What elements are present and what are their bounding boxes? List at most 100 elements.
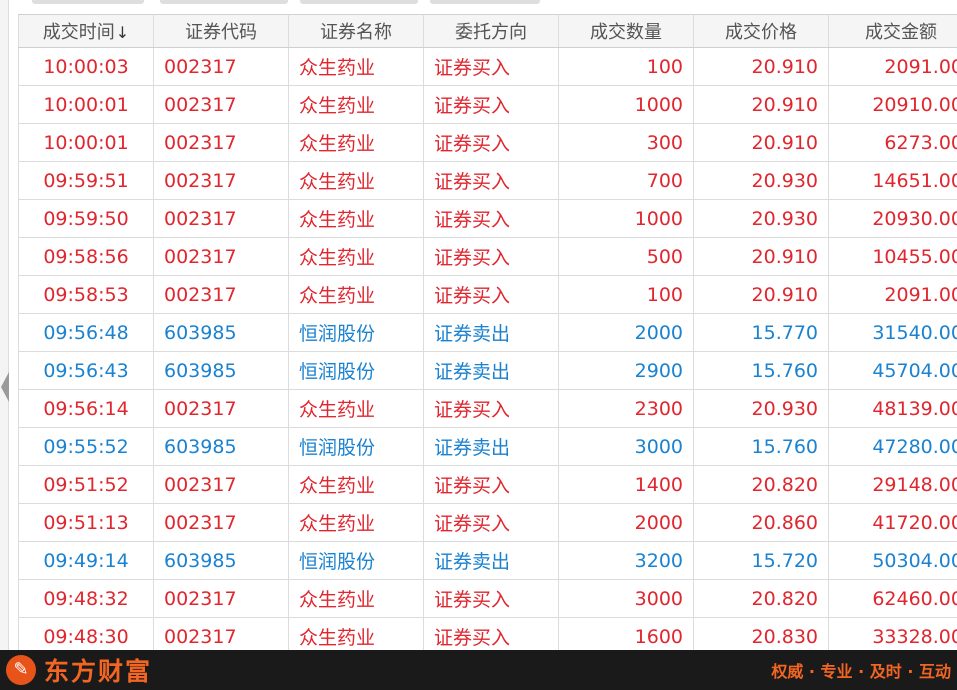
table-row[interactable]: 09:58:56 002317 众生药业 证券买入 500 20.910 10455.00 (18, 237, 957, 276)
table-row[interactable]: 09:49:14 603985 恒润股份 证券卖出 3200 15.720 50304.00 (18, 541, 957, 580)
cell-name: 众生药业 (288, 123, 424, 162)
cell-amount: 31540.00 (828, 313, 957, 352)
cell-quantity: 3000 (558, 427, 694, 466)
column-header-quantity[interactable]: 成交数量 (558, 14, 694, 48)
brand-logo-icon: ✎ (6, 655, 36, 685)
table-row[interactable]: 09:55:52 603985 恒润股份 证券卖出 3000 15.760 47280.00 (18, 427, 957, 466)
cell-direction: 证券买入 (423, 85, 559, 124)
cell-quantity: 2900 (558, 351, 694, 390)
cell-code: 002317 (153, 123, 289, 162)
cell-price: 20.910 (693, 237, 829, 276)
cell-time: 09:56:43 (18, 351, 154, 390)
table-row[interactable]: 10:00:01 002317 众生药业 证券买入 300 20.910 6273.00 (18, 123, 957, 162)
table-row[interactable]: 09:51:13 002317 众生药业 证券买入 2000 20.860 41720.00 (18, 503, 957, 542)
table-row[interactable]: 09:56:48 603985 恒润股份 证券卖出 2000 15.770 31540.00 (18, 313, 957, 352)
cell-name: 恒润股份 (288, 313, 424, 352)
cell-direction: 证券卖出 (423, 313, 559, 352)
cell-price: 20.930 (693, 199, 829, 238)
cell-amount: 14651.00 (828, 161, 957, 200)
cell-price: 20.930 (693, 161, 829, 200)
table-row[interactable]: 09:58:53 002317 众生药业 证券买入 100 20.910 2091.00 (18, 275, 957, 314)
column-header-name[interactable]: 证券名称 (288, 14, 424, 48)
cell-time: 10:00:03 (18, 47, 154, 86)
column-header-price[interactable]: 成交价格 (693, 14, 829, 48)
column-header-code[interactable]: 证券代码 (153, 14, 289, 48)
cell-code: 603985 (153, 427, 289, 466)
table-row[interactable]: 09:51:52 002317 众生药业 证券买入 1400 20.820 29148.00 (18, 465, 957, 504)
cell-amount: 62460.00 (828, 579, 957, 618)
trade-table: 成交时间↓ 证券代码 证券名称 委托方向 成交数量 成交价格 成交金额 10:0… (18, 14, 957, 650)
cell-time: 09:56:14 (18, 389, 154, 428)
cell-time: 09:56:48 (18, 313, 154, 352)
collapse-panel-arrow-icon[interactable] (1, 372, 9, 402)
cell-code: 002317 (153, 579, 289, 618)
cell-price: 20.910 (693, 275, 829, 314)
cell-direction: 证券买入 (423, 617, 559, 650)
cell-time: 09:59:50 (18, 199, 154, 238)
cell-name: 恒润股份 (288, 351, 424, 390)
table-row[interactable]: 09:59:50 002317 众生药业 证券买入 1000 20.930 20930.00 (18, 199, 957, 238)
cell-code: 002317 (153, 199, 289, 238)
cell-name: 众生药业 (288, 465, 424, 504)
cell-time: 10:00:01 (18, 123, 154, 162)
cell-name: 众生药业 (288, 47, 424, 86)
cell-quantity: 3000 (558, 579, 694, 618)
cell-code: 002317 (153, 503, 289, 542)
cell-direction: 证券买入 (423, 275, 559, 314)
cell-price: 15.760 (693, 351, 829, 390)
cell-quantity: 500 (558, 237, 694, 276)
cell-time: 09:48:32 (18, 579, 154, 618)
cell-price: 20.860 (693, 503, 829, 542)
cell-time: 09:51:13 (18, 503, 154, 542)
table-header-row: 成交时间↓ 证券代码 证券名称 委托方向 成交数量 成交价格 成交金额 (18, 14, 957, 48)
cell-direction: 证券卖出 (423, 541, 559, 580)
cell-price: 20.830 (693, 617, 829, 650)
cell-price: 15.760 (693, 427, 829, 466)
cell-price: 15.770 (693, 313, 829, 352)
table-row[interactable]: 10:00:01 002317 众生药业 证券买入 1000 20.910 20910.00 (18, 85, 957, 124)
column-header-direction[interactable]: 委托方向 (423, 14, 559, 48)
cell-quantity: 1400 (558, 465, 694, 504)
cell-quantity: 2300 (558, 389, 694, 428)
table-row[interactable]: 09:56:14 002317 众生药业 证券买入 2300 20.930 48139.00 (18, 389, 957, 428)
cell-code: 002317 (153, 85, 289, 124)
toolbar-tab-3[interactable] (300, 0, 418, 4)
table-row[interactable]: 09:48:30 002317 众生药业 证券买入 1600 20.830 33328.00 (18, 617, 957, 650)
cell-time: 09:55:52 (18, 427, 154, 466)
column-header-amount[interactable]: 成交金额 (828, 14, 957, 48)
cell-time: 09:51:52 (18, 465, 154, 504)
cell-direction: 证券买入 (423, 465, 559, 504)
table-row[interactable]: 09:56:43 603985 恒润股份 证券卖出 2900 15.760 45704.00 (18, 351, 957, 390)
trade-records-grid: 成交时间↓ 证券代码 证券名称 委托方向 成交数量 成交价格 成交金额 10:0… (18, 14, 957, 650)
cell-direction: 证券买入 (423, 237, 559, 276)
cell-amount: 2091.00 (828, 275, 957, 314)
toolbar-tab-2[interactable] (160, 0, 288, 4)
cell-amount: 48139.00 (828, 389, 957, 428)
table-row[interactable]: 09:48:32 002317 众生药业 证券买入 3000 20.820 62460.00 (18, 579, 957, 618)
cell-direction: 证券买入 (423, 161, 559, 200)
cell-amount: 45704.00 (828, 351, 957, 390)
cell-name: 众生药业 (288, 199, 424, 238)
cell-name: 众生药业 (288, 389, 424, 428)
column-header-time[interactable]: 成交时间↓ (18, 14, 154, 48)
cell-name: 众生药业 (288, 503, 424, 542)
cell-time: 09:58:56 (18, 237, 154, 276)
cell-quantity: 1000 (558, 85, 694, 124)
cell-price: 20.820 (693, 465, 829, 504)
cell-quantity: 300 (558, 123, 694, 162)
cell-name: 众生药业 (288, 579, 424, 618)
toolbar-tab-1[interactable] (32, 0, 144, 4)
table-row[interactable]: 10:00:03 002317 众生药业 证券买入 100 20.910 2091.00 (18, 47, 957, 86)
cell-name: 众生药业 (288, 617, 424, 650)
cell-code: 603985 (153, 313, 289, 352)
toolbar-tab-4[interactable] (430, 0, 540, 4)
cell-code: 002317 (153, 237, 289, 276)
cell-direction: 证券买入 (423, 579, 559, 618)
cell-amount: 2091.00 (828, 47, 957, 86)
cell-time: 09:59:51 (18, 161, 154, 200)
left-collapse-rail (0, 0, 9, 650)
cell-amount: 20910.00 (828, 85, 957, 124)
table-row[interactable]: 09:59:51 002317 众生药业 证券买入 700 20.930 14651.00 (18, 161, 957, 200)
cell-time: 09:48:30 (18, 617, 154, 650)
cell-code: 603985 (153, 541, 289, 580)
